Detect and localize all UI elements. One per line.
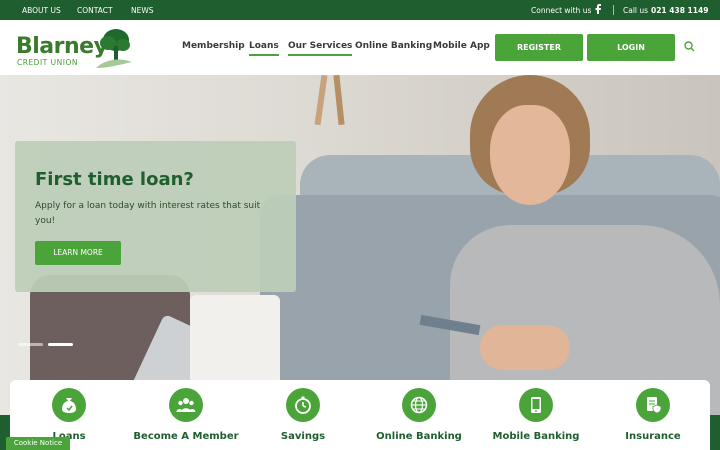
top-bar: ABOUT US CONTACT NEWS Connect with us Ca… (0, 0, 720, 20)
connect-text: Connect with us (531, 6, 592, 15)
promo-box: First time loan? Apply for a loan today … (15, 141, 296, 292)
service-online-banking[interactable]: Online Banking (364, 388, 474, 442)
call-label: Call us (623, 6, 649, 15)
service-label: Become A Member (133, 431, 239, 442)
cookie-notice-button[interactable]: Cookie Notice (6, 437, 70, 450)
promo-text: Apply for a loan today with interest rat… (35, 201, 261, 226)
service-loans[interactable]: Loans (14, 388, 124, 442)
slider-dot[interactable] (18, 343, 43, 346)
hero-person (490, 105, 570, 205)
topbar-divider (613, 5, 614, 15)
nav-loans[interactable]: Loans (249, 41, 279, 56)
globe-icon (402, 388, 436, 422)
promo-title: First time loan? (35, 169, 194, 190)
hero-banner: First time loan? Apply for a loan today … (0, 75, 720, 415)
service-become-member[interactable]: Become A Member (131, 388, 241, 442)
service-savings[interactable]: Savings (248, 388, 358, 442)
nav-online-banking[interactable]: Online Banking (355, 41, 432, 51)
logo-subtitle: CREDIT UNION (17, 58, 78, 67)
tree-icon (96, 29, 132, 68)
login-button[interactable]: LOGIN (587, 34, 675, 61)
service-label: Online Banking (376, 431, 462, 442)
service-label: Insurance (625, 431, 681, 442)
mobile-phone-icon (519, 388, 553, 422)
site-header: Blarney CREDIT UNION Membership Loans Ou… (0, 20, 720, 75)
register-button[interactable]: REGISTER (495, 34, 583, 61)
learn-more-button[interactable]: LEARN MORE (35, 241, 121, 265)
slider-dot-active[interactable] (48, 343, 73, 346)
service-insurance[interactable]: Insurance (598, 388, 708, 442)
logo[interactable]: Blarney CREDIT UNION (16, 28, 136, 70)
money-bag-icon (52, 388, 86, 422)
nav-our-services[interactable]: Our Services (288, 41, 353, 56)
service-label: Savings (280, 431, 326, 442)
services-strip: Loans Become A Member Savings Online Ban… (10, 380, 710, 450)
service-mobile-banking[interactable]: Mobile Banking (481, 388, 591, 442)
about-us-link[interactable]: ABOUT US (22, 6, 61, 15)
page-edge (710, 415, 720, 450)
policy-document-icon (636, 388, 670, 422)
hero-person (480, 325, 570, 370)
phone-link[interactable]: 021 438 1149 (651, 6, 708, 15)
service-label: Mobile Banking (492, 431, 580, 442)
stopwatch-icon (286, 388, 320, 422)
contact-link[interactable]: CONTACT (77, 6, 113, 15)
news-link[interactable]: NEWS (131, 6, 154, 15)
nav-membership[interactable]: Membership (182, 41, 245, 51)
search-icon[interactable] (684, 41, 695, 52)
people-icon (169, 388, 203, 422)
facebook-icon[interactable] (595, 4, 601, 16)
nav-mobile-app[interactable]: Mobile App (433, 41, 490, 51)
